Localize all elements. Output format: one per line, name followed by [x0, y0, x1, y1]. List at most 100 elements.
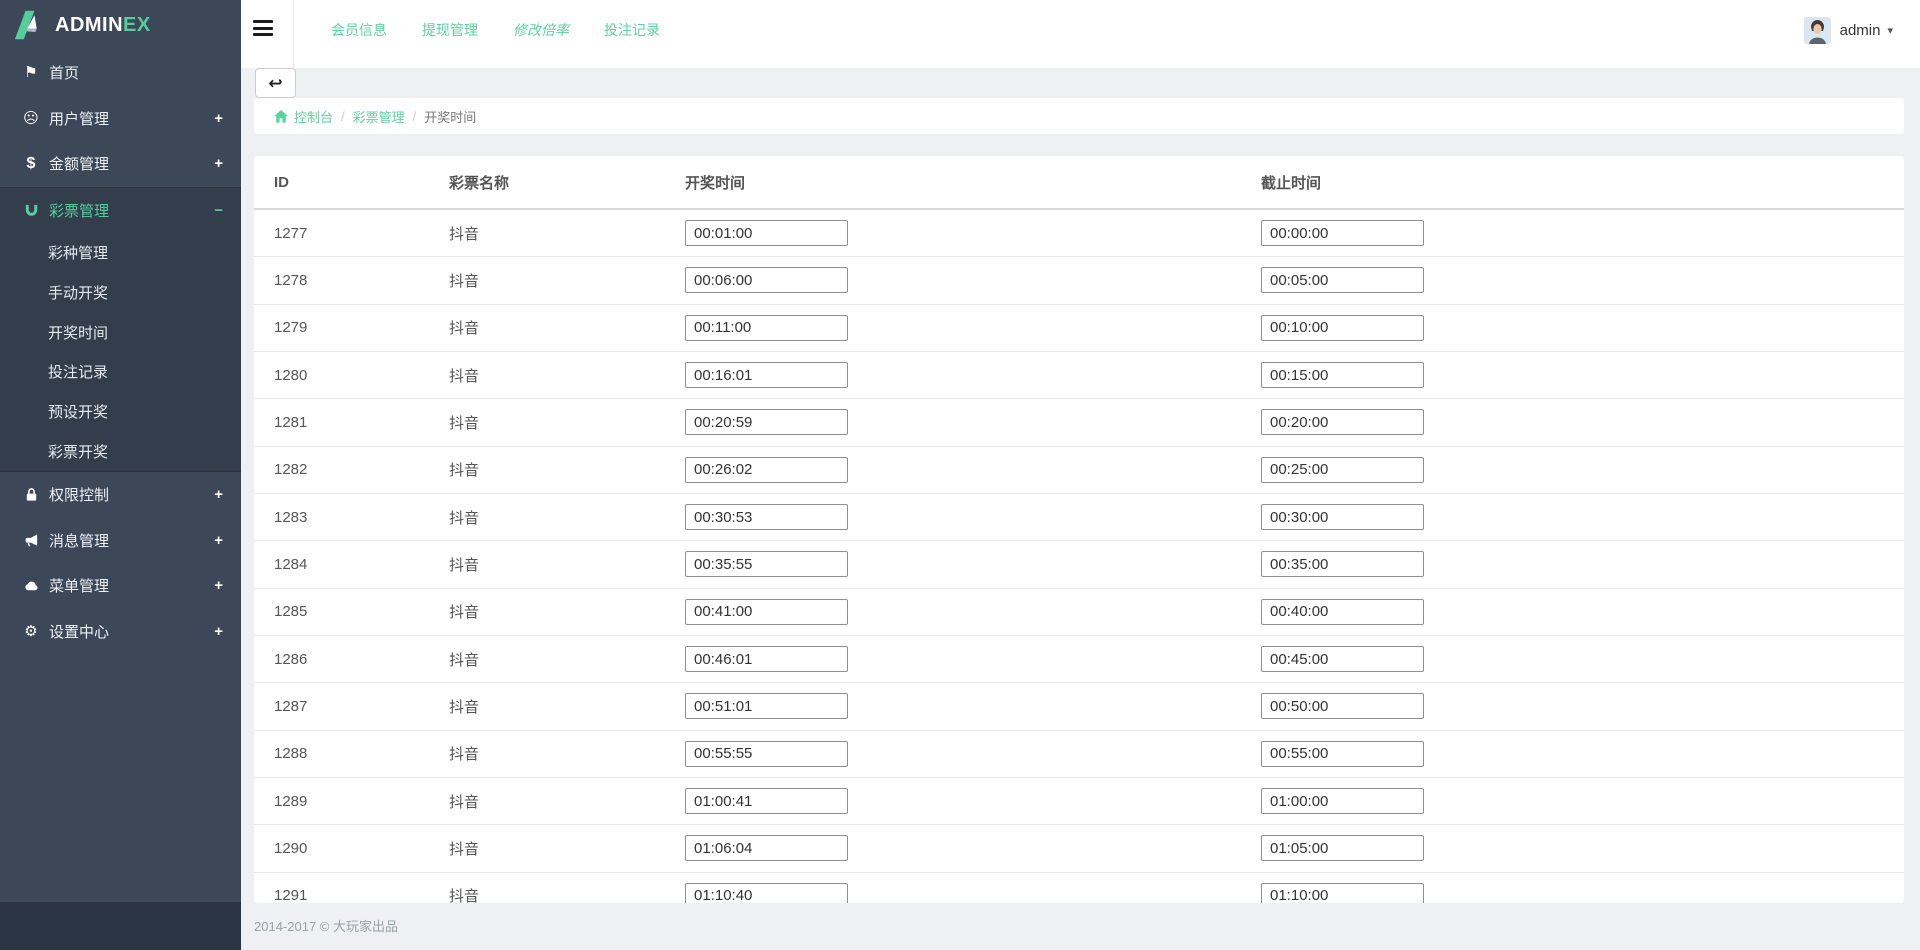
- open-time-input[interactable]: [685, 788, 848, 815]
- open-time-input[interactable]: [685, 740, 848, 767]
- user-menu[interactable]: admin ▾: [1803, 0, 1893, 60]
- dollar-icon: $: [26, 154, 36, 172]
- sidebar-item-label: 彩票管理: [49, 202, 110, 220]
- cell-id: 1287: [274, 697, 308, 715]
- sidebar-subitem-3[interactable]: 投注记录: [0, 352, 241, 392]
- close-time-input[interactable]: [1261, 220, 1424, 247]
- close-time-input[interactable]: [1261, 551, 1424, 578]
- sidebar-item-label: 权限控制: [49, 487, 110, 505]
- sidebar-subitem-5[interactable]: 彩票开奖: [0, 431, 241, 471]
- open-time-input[interactable]: [685, 882, 848, 903]
- cell-id: 1286: [274, 650, 308, 668]
- cell-id: 1290: [274, 839, 308, 857]
- cell-lottery-name: 抖音: [449, 698, 480, 716]
- collapse-icon: −: [214, 201, 223, 219]
- close-time-input[interactable]: [1261, 788, 1424, 815]
- sidebar-item-6[interactable]: 菜单管理 +: [0, 563, 241, 609]
- cell-id: 1281: [274, 413, 308, 431]
- open-time-input[interactable]: [685, 646, 848, 673]
- sidebar-item-label: 金额管理: [49, 156, 110, 174]
- column-header-3: 截止时间: [1261, 174, 1322, 192]
- sidebar-item-label: 用户管理: [49, 110, 110, 128]
- open-time-input[interactable]: [685, 314, 848, 341]
- sidebar-subitem-0[interactable]: 彩种管理: [0, 233, 241, 273]
- flag-icon: ⚑: [24, 64, 38, 82]
- breadcrumb-link-0[interactable]: 控制台: [274, 107, 333, 126]
- open-time-input[interactable]: [685, 220, 848, 247]
- sidebar-subitem-1[interactable]: 手动开奖: [0, 273, 241, 313]
- cell-id: 1291: [274, 887, 308, 903]
- open-time-input[interactable]: [685, 456, 848, 483]
- logo-icon: [14, 10, 37, 40]
- sidebar-item-label: 首页: [49, 65, 80, 83]
- top-nav-link-3[interactable]: 投注记录: [604, 20, 660, 40]
- hamburger-icon[interactable]: [253, 20, 275, 36]
- sidebar-item-3[interactable]: 彩票管理 −: [0, 188, 241, 234]
- open-time-input[interactable]: [685, 409, 848, 436]
- column-header-0: ID: [274, 173, 289, 191]
- close-time-input[interactable]: [1261, 267, 1424, 294]
- column-header-1: 彩票名称: [449, 174, 510, 192]
- megaphone-icon: [22, 533, 40, 548]
- open-time-input[interactable]: [685, 835, 848, 862]
- breadcrumb-separator: /: [341, 108, 345, 124]
- breadcrumb-link-1[interactable]: 彩票管理: [353, 107, 405, 126]
- cell-id: 1279: [274, 319, 308, 337]
- close-time-input[interactable]: [1261, 882, 1424, 903]
- lock-icon: [22, 487, 40, 502]
- table-header-row: ID 彩票名称 开奖时间 截止时间: [254, 156, 1904, 210]
- open-time-input[interactable]: [685, 267, 848, 294]
- top-nav-link-2[interactable]: 修改倍率: [513, 20, 569, 40]
- top-nav-link-0[interactable]: 会员信息: [331, 20, 387, 40]
- sidebar-item-2[interactable]: $ 金额管理 +: [0, 141, 241, 187]
- cell-id: 1284: [274, 555, 308, 573]
- cell-lottery-name: 抖音: [449, 320, 480, 338]
- app-logo[interactable]: ADMINEX: [0, 0, 241, 50]
- cell-lottery-name: 抖音: [449, 793, 480, 811]
- sidebar-item-5[interactable]: 消息管理 +: [0, 518, 241, 564]
- close-time-input[interactable]: [1261, 646, 1424, 673]
- sidebar-subitem-4[interactable]: 预设开奖: [0, 392, 241, 432]
- open-time-input[interactable]: [685, 598, 848, 625]
- sidebar-item-0[interactable]: ⚑ 首页: [0, 50, 241, 96]
- cell-lottery-name: 抖音: [449, 414, 480, 432]
- app-root: ADMINEX ⚑ 首页 ☹ 用户管理 + $ 金额管理 + 彩票管理 − 彩种管理 手动开奖 开奖时间…: [0, 0, 1920, 950]
- close-time-input[interactable]: [1261, 693, 1424, 720]
- expand-icon: +: [214, 622, 223, 640]
- top-navbar: 会员信息 提现管理 修改倍率 投注记录 admin ▾: [241, 0, 1920, 68]
- open-time-input[interactable]: [685, 551, 848, 578]
- sidebar-subitem-2[interactable]: 开奖时间: [0, 312, 241, 352]
- close-time-input[interactable]: [1261, 740, 1424, 767]
- close-time-input[interactable]: [1261, 362, 1424, 389]
- open-time-input[interactable]: [685, 504, 848, 531]
- back-button[interactable]: ↩: [255, 68, 296, 98]
- expand-icon: +: [214, 109, 223, 127]
- open-time-input[interactable]: [685, 693, 848, 720]
- cell-id: 1280: [274, 366, 308, 384]
- brand-text: ADMINEX: [55, 13, 151, 36]
- table-row: 1283 抖音: [254, 494, 1904, 542]
- sidebar-item-1[interactable]: ☹ 用户管理 +: [0, 96, 241, 142]
- sidebar-item-7[interactable]: ⚙ 设置中心 +: [0, 609, 241, 655]
- cell-lottery-name: 抖音: [449, 556, 480, 574]
- cell-id: 1289: [274, 792, 308, 810]
- close-time-input[interactable]: [1261, 835, 1424, 862]
- cell-lottery-name: 抖音: [449, 651, 480, 669]
- close-time-input[interactable]: [1261, 456, 1424, 483]
- caret-down-icon: ▾: [1887, 24, 1893, 37]
- close-time-input[interactable]: [1261, 314, 1424, 341]
- sidebar-item-4[interactable]: 权限控制 +: [0, 472, 241, 518]
- table-row: 1281 抖音: [254, 399, 1904, 447]
- table-row: 1285 抖音: [254, 589, 1904, 636]
- open-time-input[interactable]: [685, 362, 848, 389]
- close-time-input[interactable]: [1261, 598, 1424, 625]
- top-nav-link-1[interactable]: 提现管理: [422, 20, 478, 40]
- close-time-input[interactable]: [1261, 409, 1424, 436]
- gear-icon: ⚙: [24, 622, 38, 640]
- cell-lottery-name: 抖音: [449, 272, 480, 290]
- table-row: 1280 抖音: [254, 352, 1904, 400]
- close-time-input[interactable]: [1261, 504, 1424, 531]
- sidebar-item-label: 菜单管理: [49, 578, 110, 596]
- cell-lottery-name: 抖音: [449, 746, 480, 764]
- expand-icon: +: [214, 577, 223, 595]
